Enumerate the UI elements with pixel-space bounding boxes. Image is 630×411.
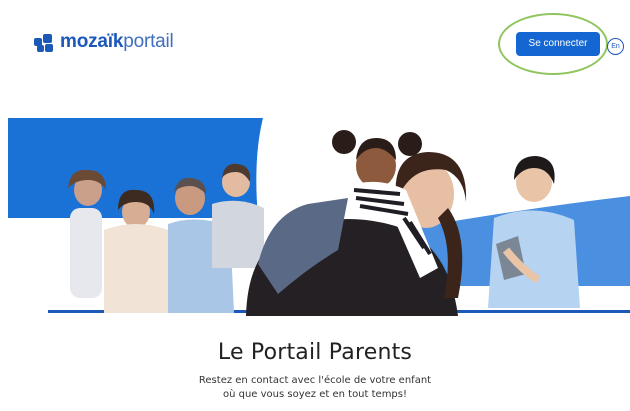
logo-brand-bold: mozaïk — [60, 31, 124, 52]
logo-brand-light: portail — [123, 31, 174, 52]
hero-banner — [8, 118, 630, 316]
portal-home-page: mozaïkportail Se connecter En Le Portail… — [0, 0, 630, 411]
page-title: Le Portail Parents — [217, 340, 413, 365]
login-button[interactable]: Se connecter — [516, 32, 600, 56]
photo-girl-on-mother-back — [246, 130, 467, 316]
mozaik-logo-icon — [34, 32, 54, 52]
page-subtitle: Restez en contact avec l'école de votre … — [0, 374, 630, 402]
logo-wordmark: mozaïkportail — [60, 32, 174, 52]
subtitle-line-2: où que vous soyez et en tout temps! — [222, 389, 408, 400]
hero-illustration — [8, 118, 630, 316]
subtitle-line-1: Restez en contact avec l'école de votre … — [198, 375, 432, 386]
photo-boy-with-tablet — [488, 156, 580, 308]
mozaik-portail-logo[interactable]: mozaïkportail — [34, 32, 174, 52]
language-toggle-button[interactable]: En — [607, 38, 624, 55]
